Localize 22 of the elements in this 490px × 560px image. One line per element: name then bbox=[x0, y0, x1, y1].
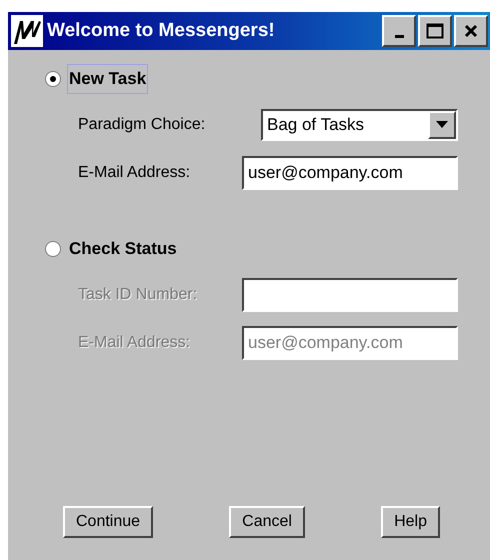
dialog-button[interactable]: Continue bbox=[63, 506, 154, 538]
close-icon bbox=[464, 24, 478, 38]
field-label: E-Mail Address: bbox=[78, 334, 190, 352]
option-label[interactable]: New Task bbox=[67, 64, 148, 94]
maximize-button[interactable] bbox=[418, 15, 452, 47]
field-label: E-Mail Address: bbox=[78, 164, 190, 182]
caret-icon bbox=[436, 121, 448, 129]
field-label: Task ID Number: bbox=[78, 286, 198, 304]
minimize-button[interactable] bbox=[382, 15, 416, 47]
close-button[interactable] bbox=[454, 15, 488, 47]
dialog-button[interactable]: Help bbox=[381, 506, 440, 538]
option-label[interactable]: Check Status bbox=[67, 234, 179, 264]
minimize-icon bbox=[394, 34, 404, 38]
window-title: Welcome to Messengers! bbox=[47, 20, 276, 42]
radio-button[interactable] bbox=[45, 71, 61, 87]
field-label: Paradigm Choice: bbox=[78, 116, 206, 134]
dropdown[interactable]: Bag of Tasks bbox=[261, 109, 458, 141]
input-field[interactable]: user@company.com bbox=[242, 156, 458, 190]
radio-button[interactable] bbox=[45, 241, 61, 257]
logo-icon bbox=[11, 15, 43, 47]
maximize-icon bbox=[426, 23, 444, 39]
dialog-button[interactable]: Cancel bbox=[229, 506, 305, 538]
